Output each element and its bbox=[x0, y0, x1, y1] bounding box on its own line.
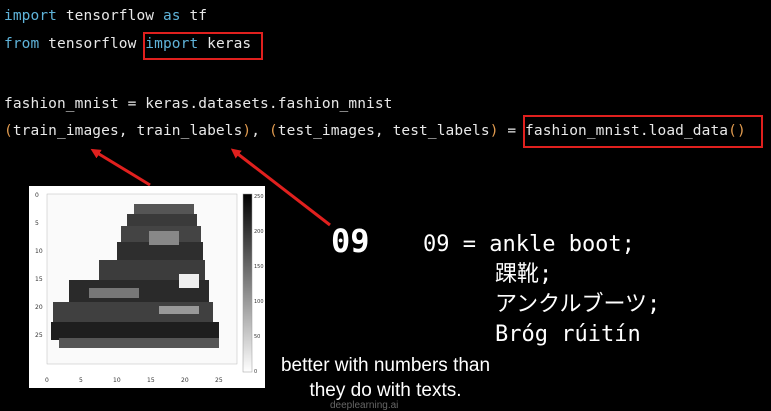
subtitle-text: they do with texts. bbox=[306, 379, 465, 402]
label-number: 09 bbox=[331, 222, 370, 260]
y-tick: 5 bbox=[35, 220, 39, 227]
subtitle-text: better with numbers than bbox=[277, 354, 494, 377]
arrow-to-train-images bbox=[90, 148, 151, 187]
translations: 09 = ankle boot; 踝靴; アンクルブーツ; Bróg rúití… bbox=[423, 230, 660, 350]
subtitle-line-2: they do with texts. bbox=[0, 379, 771, 402]
y-tick: 10 bbox=[35, 248, 43, 255]
colorbar-tick: 250 bbox=[254, 194, 264, 200]
colorbar-ticks: 250 200 150 100 50 0 bbox=[254, 194, 264, 375]
translation-line: 09 = ankle boot; bbox=[423, 232, 635, 257]
translation-line: Bróg rúitín bbox=[495, 322, 641, 347]
video-frame: { "code": { "line1": {"kw1": "import", "… bbox=[0, 0, 771, 411]
colorbar-tick: 100 bbox=[254, 299, 264, 305]
translation-line: アンクルブーツ; bbox=[495, 292, 661, 317]
y-tick: 0 bbox=[35, 192, 39, 199]
y-tick: 20 bbox=[35, 304, 43, 311]
subtitle-line-1: better with numbers than bbox=[0, 354, 771, 377]
translation-line: 踝靴; bbox=[495, 262, 553, 287]
colorbar-tick: 150 bbox=[254, 264, 264, 270]
colorbar-tick: 200 bbox=[254, 229, 264, 235]
y-tick: 15 bbox=[35, 276, 43, 283]
y-axis-ticks: 0 5 10 15 20 25 bbox=[35, 193, 43, 361]
